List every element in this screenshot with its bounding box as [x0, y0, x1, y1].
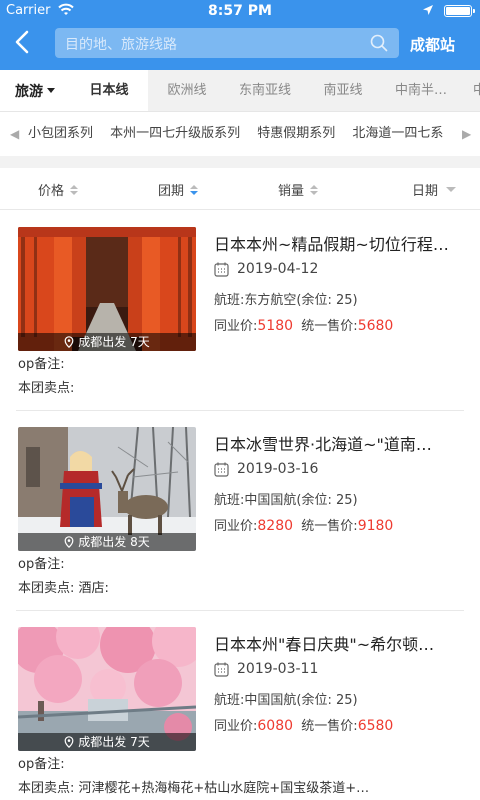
tour-date: 2019-03-11 [214, 661, 318, 677]
series-item[interactable]: 特惠假期系列 [257, 112, 335, 156]
battery-icon [444, 5, 475, 17]
category-tabs: 旅游 日本线 欧洲线 东南亚线 南亚线 中南半… 中东非线 [0, 70, 480, 112]
tour-card[interactable]: 成都出发 7天 日本本州~精品假期~切位行程… 2019-04-12 航班:东方… [0, 211, 480, 411]
tour-date: 2019-03-16 [214, 461, 318, 477]
sort-price[interactable]: 价格 [38, 180, 79, 199]
sort-date-label: 日期 [412, 184, 439, 199]
tour-date: 2019-04-12 [214, 261, 318, 277]
tour-title[interactable]: 日本冰雪世界·北海道~"道南… [214, 431, 466, 455]
retail-price: 5680 [357, 318, 394, 334]
top-header: Carrier 8:57 PM 目的地、旅游线路 成都站 [0, 0, 480, 70]
section-divider [0, 156, 480, 168]
search-placeholder: 目的地、旅游线路 [65, 37, 177, 53]
peer-price-label: 同业价: [214, 319, 258, 334]
peer-price: 8280 [257, 518, 294, 534]
tab-travel-dropdown[interactable]: 旅游 [0, 70, 70, 111]
tour-flight: 航班:中国国航(余位: 25) [214, 693, 358, 708]
calendar-icon [214, 462, 229, 477]
caret-down-icon [47, 88, 55, 93]
retail-price: 6580 [357, 718, 394, 734]
selling-points: 本团卖点: 河津樱花+热海梅花+枯山水庭院+国宝级茶道+… [18, 781, 370, 796]
tour-title[interactable]: 日本本州"春日庆典"~希尔顿… [214, 631, 466, 655]
departure-text: 成都出发 8天 [78, 535, 150, 549]
tour-flight: 航班:东方航空(余位: 25) [214, 293, 358, 308]
chevron-right-icon[interactable]: ▶ [462, 127, 471, 141]
series-item[interactable]: 本州一四七升级版系列 [110, 112, 240, 156]
sort-arrows-icon [190, 184, 199, 195]
tour-prices: 同业价:8280 统一售价:9180 [214, 515, 393, 534]
sort-group[interactable]: 团期 [158, 180, 199, 199]
clock: 8:57 PM [208, 3, 272, 19]
tour-title[interactable]: 日本本州~精品假期~切位行程… [214, 231, 466, 255]
departure-text: 成都出发 7天 [78, 335, 150, 349]
tab-south-asia[interactable]: 南亚线 [304, 70, 382, 111]
tour-image-torii-gates: 成都出发 7天 [18, 227, 196, 351]
series-item[interactable]: 北海道一四七系 [352, 112, 443, 156]
departure-badge: 成都出发 8天 [18, 533, 196, 551]
retail-price: 9180 [357, 518, 394, 534]
location-pin-icon [64, 536, 74, 548]
selling-points: 本团卖点: 酒店: [18, 581, 109, 596]
location-arrow-icon [423, 5, 433, 15]
tour-prices: 同业价:6080 统一售价:6580 [214, 715, 393, 734]
route-tabs: 日本线 欧洲线 东南亚线 南亚线 中南半… 中东非线 [70, 70, 480, 111]
tab-travel-label: 旅游 [15, 83, 43, 100]
selling-points: 本团卖点: [18, 381, 75, 396]
chevron-left-icon[interactable]: ◀ [10, 127, 19, 141]
peer-price: 6080 [257, 718, 294, 734]
op-note: op备注: [18, 757, 65, 772]
calendar-icon [214, 662, 229, 677]
op-note: op备注: [18, 357, 65, 372]
status-bar: Carrier 8:57 PM [0, 0, 480, 22]
retail-price-label: 统一售价: [301, 519, 358, 534]
tab-southeast-asia[interactable]: 东南亚线 [226, 70, 304, 111]
search-icon[interactable] [369, 33, 389, 53]
sort-arrows-icon [70, 184, 79, 195]
retail-price-label: 统一售价: [301, 319, 358, 334]
sort-group-label: 团期 [158, 184, 185, 199]
location-pin-icon [64, 336, 74, 348]
sort-date[interactable]: 日期 [412, 180, 457, 199]
tab-japan[interactable]: 日本线 [70, 70, 148, 111]
peer-price: 5180 [257, 318, 294, 334]
tour-prices: 同业价:5180 统一售价:5680 [214, 315, 393, 334]
sort-sales[interactable]: 销量 [278, 180, 319, 199]
tab-europe[interactable]: 欧洲线 [148, 70, 226, 111]
departure-badge: 成都出发 7天 [18, 733, 196, 751]
tour-image-reindeer: 成都出发 8天 [18, 427, 196, 551]
search-input[interactable]: 目的地、旅游线路 [55, 28, 399, 58]
tab-indochina[interactable]: 中南半… [382, 70, 460, 111]
station-selector[interactable]: 成都站 [410, 34, 455, 55]
calendar-icon [214, 262, 229, 277]
departure-text: 成都出发 7天 [78, 735, 150, 749]
peer-price-label: 同业价: [214, 719, 258, 734]
departure-badge: 成都出发 7天 [18, 333, 196, 351]
caret-down-icon [446, 187, 457, 192]
series-item[interactable]: 小包团系列 [28, 112, 93, 156]
tour-date-value: 2019-03-16 [237, 461, 319, 477]
tour-list: 成都出发 7天 日本本州~精品假期~切位行程… 2019-04-12 航班:东方… [0, 211, 480, 800]
peer-price-label: 同业价: [214, 519, 258, 534]
sort-price-label: 价格 [38, 184, 65, 199]
retail-price-label: 统一售价: [301, 719, 358, 734]
sort-sales-label: 销量 [278, 184, 305, 199]
sort-arrows-icon [310, 184, 319, 195]
tour-date-value: 2019-03-11 [237, 661, 319, 677]
tour-flight: 航班:中国国航(余位: 25) [214, 493, 358, 508]
series-bar: ◀ 小包团系列 本州一四七升级版系列 特惠假期系列 北海道一四七系 ▶ [0, 112, 480, 156]
back-icon[interactable] [10, 29, 36, 55]
tour-card[interactable]: 成都出发 7天 日本本州"春日庆典"~希尔顿… 2019-03-11 航班:中国… [0, 611, 480, 800]
series-list: 小包团系列 本州一四七升级版系列 特惠假期系列 北海道一四七系 [28, 112, 456, 156]
location-pin-icon [64, 736, 74, 748]
tab-middle-east-africa[interactable]: 中东非线 [460, 70, 480, 111]
tour-date-value: 2019-04-12 [237, 261, 319, 277]
tour-card[interactable]: 成都出发 8天 日本冰雪世界·北海道~"道南… 2019-03-16 航班:中国… [0, 411, 480, 611]
sort-bar: 价格 团期 销量 日期 [0, 168, 480, 210]
tour-image-cherry-blossoms: 成都出发 7天 [18, 627, 196, 751]
op-note: op备注: [18, 557, 65, 572]
